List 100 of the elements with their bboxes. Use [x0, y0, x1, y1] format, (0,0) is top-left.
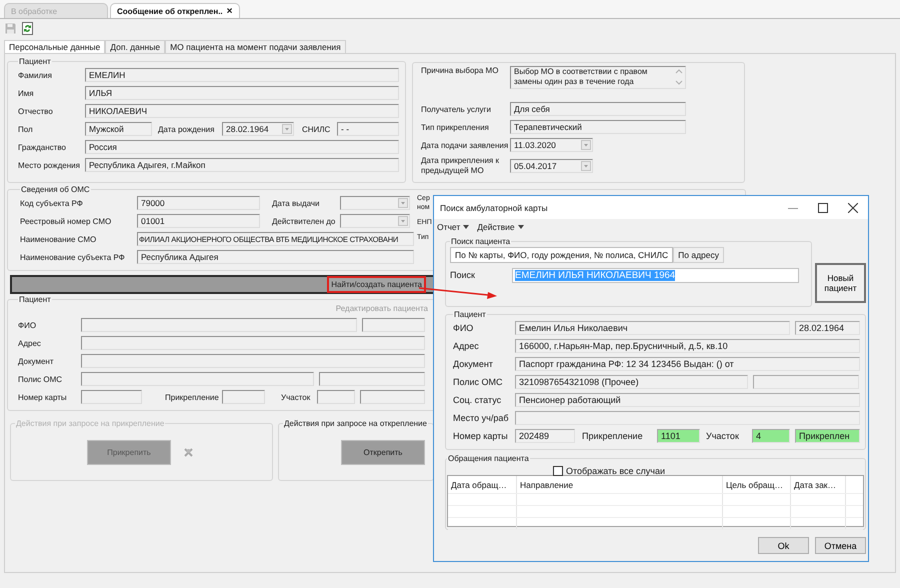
text-field[interactable] — [81, 354, 425, 368]
text-field[interactable] — [81, 390, 142, 404]
group-title: Пациент — [18, 295, 52, 304]
text-field[interactable]: 01001 — [137, 214, 260, 228]
field-label: Дата подачи заявления — [421, 140, 510, 150]
caret-icon — [518, 225, 524, 229]
field-label: Отчество — [18, 106, 54, 116]
text-field[interactable] — [360, 390, 425, 404]
menu-item[interactable]: Действие — [477, 222, 524, 232]
field-label: Номер карты — [18, 392, 68, 402]
tab[interactable]: МО пациента на момент подачи заявления — [165, 40, 346, 53]
text-field[interactable]: Мужской — [85, 122, 152, 136]
field-label: Действителен до — [272, 216, 336, 226]
date-field[interactable]: 05.04.2017 — [510, 159, 593, 173]
text-field[interactable] — [317, 390, 355, 404]
dropdown-icon[interactable] — [581, 140, 591, 150]
group-title: Действия при запросе на прикрепление — [15, 419, 166, 428]
tab[interactable]: Доп. данные — [105, 40, 166, 53]
text-field[interactable]: 4 — [752, 429, 790, 443]
group-title: Обращения пациента — [447, 454, 530, 463]
text-field[interactable]: Республика Адыгея — [137, 250, 414, 264]
text-field[interactable]: 1101 — [657, 429, 700, 443]
tab[interactable]: По № карты, ФИО, году рождения, № полиса, СНИЛС — [450, 247, 674, 263]
column-header[interactable]: Направление — [517, 476, 723, 493]
column-header[interactable]: Цель обращ… — [723, 476, 791, 493]
text-field[interactable]: 28.02.1964 — [795, 321, 860, 335]
text-field[interactable]: 79000 — [137, 196, 260, 210]
new-patient-button[interactable]: Новый пациент — [815, 263, 866, 303]
checkbox[interactable] — [553, 466, 563, 476]
field-label: Участок — [706, 431, 740, 441]
field-label: Реестровый номер СМО — [20, 216, 112, 226]
refresh-icon[interactable] — [22, 22, 33, 35]
tab[interactable]: По адресу — [673, 247, 724, 263]
text-field[interactable] — [362, 318, 425, 332]
field-label: Наименование СМО — [20, 234, 98, 244]
tab[interactable]: Персональные данные — [4, 40, 106, 53]
field-label: Имя — [18, 88, 35, 98]
detach-button[interactable]: Открепить — [341, 440, 425, 464]
text-field[interactable] — [81, 318, 357, 332]
field-label: Прикрепление — [165, 392, 220, 402]
column-header[interactable]: Дата обращ… — [448, 476, 517, 493]
text-field[interactable]: Терапевтический — [510, 120, 686, 134]
document-tab[interactable]: Сообщение об откреплен.. × — [110, 3, 240, 18]
field-label: Полис ОМС — [18, 374, 64, 384]
text-field[interactable]: Республика Адыгея, г.Майкоп — [85, 158, 399, 172]
field-label: ФИО — [18, 320, 38, 330]
dropdown-icon[interactable] — [581, 161, 591, 171]
find-patient-button[interactable]: Найти/создать пациента — [327, 276, 426, 293]
text-field[interactable]: 202489 — [515, 429, 575, 443]
text-field[interactable] — [753, 375, 859, 389]
caret-icon — [463, 225, 470, 229]
scrollbar-arrows-icon[interactable] — [673, 67, 685, 87]
field-label: Причина выбора МО — [421, 66, 500, 75]
checkbox-label: Отображать все случаи — [566, 466, 665, 476]
text-field[interactable] — [515, 411, 860, 425]
date-field[interactable] — [340, 196, 410, 210]
group-title: Поиск пациента — [450, 237, 512, 246]
crossed-pin-icon[interactable] — [183, 446, 194, 458]
field-label: Гражданство — [18, 142, 67, 152]
field-label: Адрес — [453, 341, 480, 351]
text-field[interactable]: 166000, г.Нарьян-Мар, пер.Брусничный, д.5, кв.10 — [515, 339, 860, 353]
field-label: СНИЛС — [302, 124, 332, 134]
reason-text-area[interactable]: Выбор МО в соответствии с правом замены один раз в течение года — [510, 66, 686, 89]
text-field[interactable] — [319, 372, 425, 386]
text-field[interactable]: 3210987654321098 (Прочее) — [515, 375, 748, 389]
group-title: Сведения об ОМС — [20, 185, 91, 194]
date-field[interactable] — [340, 214, 410, 228]
text-field[interactable]: НИКОЛАЕВИЧ — [85, 104, 399, 118]
field-label: Дата выдачи — [272, 198, 321, 208]
dropdown-icon[interactable] — [398, 198, 408, 208]
date-field[interactable]: 28.02.1964 — [222, 122, 294, 136]
field-label: ФИО — [453, 323, 474, 333]
field-label: Документ — [453, 359, 494, 369]
text-field[interactable]: Пенсионер работающий — [515, 393, 860, 407]
cancel-button[interactable]: Отмена — [815, 537, 866, 554]
text-field[interactable]: ИЛЬЯ — [85, 86, 399, 100]
field-label: Фамилия — [18, 70, 53, 80]
text-field[interactable]: Россия — [85, 140, 399, 154]
date-field[interactable]: 11.03.2020 — [510, 138, 593, 152]
field-label: Соц. статус — [453, 395, 502, 405]
menu-item[interactable]: Отчет — [437, 222, 470, 232]
text-field[interactable]: - - — [337, 122, 399, 136]
dropdown-icon[interactable] — [398, 216, 408, 226]
text-field[interactable]: ЕМЕЛИН — [85, 68, 399, 82]
field-label: Место рождения — [18, 160, 81, 170]
close-tab-icon[interactable]: × — [226, 6, 232, 16]
text-field[interactable]: Паспорт гражданина РФ: 12 34 123456 Выдан: () от — [515, 357, 860, 371]
dropdown-icon[interactable] — [282, 124, 292, 134]
field-label: Дата рождения — [158, 124, 216, 134]
column-header[interactable]: Дата зак… — [791, 476, 846, 493]
text-field[interactable]: Емелин Илья Николаевич — [515, 321, 790, 335]
ok-button[interactable]: Ok — [758, 537, 809, 554]
field-label: Наименование субъекта РФ — [20, 252, 126, 262]
text-field[interactable] — [81, 336, 425, 350]
text-field[interactable]: Прикреплен — [795, 429, 860, 443]
text-field[interactable] — [222, 390, 265, 404]
group-title: Пациент — [18, 57, 52, 66]
text-field[interactable] — [81, 372, 314, 386]
text-field[interactable]: Для себя — [510, 102, 686, 116]
field-label: Прикрепление — [582, 431, 644, 441]
